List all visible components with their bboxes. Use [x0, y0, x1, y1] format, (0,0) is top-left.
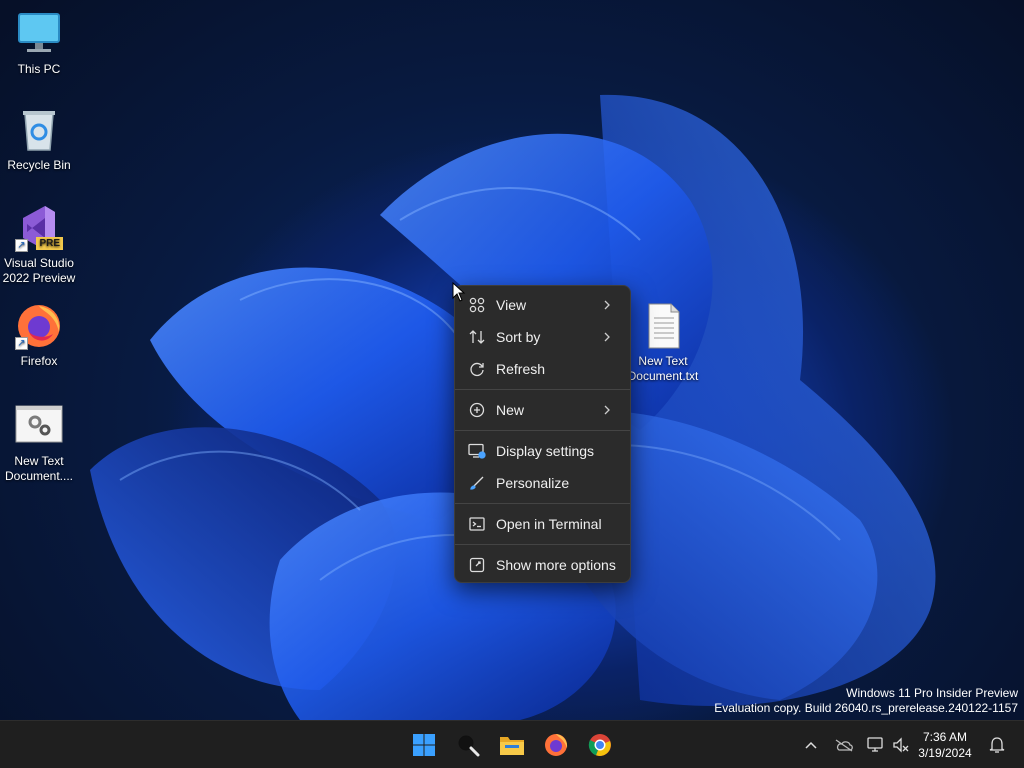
desktop-icon-label: Visual Studio 2022 Preview — [2, 256, 76, 285]
clock-date: 3/19/2024 — [918, 746, 972, 760]
menu-item-view[interactable]: View — [455, 289, 630, 321]
desktop-context-menu: View Sort by Refresh New Display setting… — [454, 285, 631, 583]
start-icon — [413, 734, 435, 756]
chrome-taskbar-button[interactable] — [582, 727, 618, 763]
menu-item-personalize[interactable]: Personalize — [455, 467, 630, 499]
clock[interactable]: 7:36 AM 3/19/2024 — [910, 729, 980, 761]
desktop-icon-recycle-bin[interactable]: Recycle Bin — [2, 106, 76, 173]
desktop-icon-new-text-document[interactable]: New Text Document.... — [2, 402, 76, 484]
desktop-icon-this-pc[interactable]: This PC — [2, 10, 76, 77]
menu-item-label: Open in Terminal — [496, 516, 602, 532]
desktop-icon-label: New Text Document.txt — [627, 354, 699, 383]
sort-icon — [467, 327, 487, 347]
onedrive-button[interactable] — [828, 727, 860, 763]
menu-item-label: Sort by — [496, 329, 541, 345]
show-more-icon — [467, 555, 487, 575]
menu-item-display-settings[interactable]: Display settings — [455, 435, 630, 467]
menu-item-new[interactable]: New — [455, 394, 630, 426]
shortcut-arrow-icon: ↗ — [15, 337, 28, 350]
file-explorer-button[interactable] — [494, 727, 530, 763]
network-icon — [867, 737, 883, 752]
terminal-icon — [467, 514, 487, 534]
menu-item-label: Show more options — [496, 557, 616, 573]
firefox-taskbar-button[interactable] — [538, 727, 574, 763]
clock-time: 7:36 AM — [922, 730, 968, 744]
menu-item-open-in-terminal[interactable]: Open in Terminal — [455, 508, 630, 540]
shortcut-arrow-icon: ↗ — [15, 239, 28, 252]
visual-studio-icon: PRE ↗ — [15, 204, 63, 252]
desktop-icon-label: Firefox — [20, 354, 58, 368]
chevron-right-icon — [604, 300, 610, 310]
chevron-right-icon — [604, 405, 610, 415]
grid-view-icon — [467, 295, 487, 315]
menu-separator — [455, 544, 630, 545]
menu-item-label: Personalize — [496, 475, 570, 491]
desktop-icon-label: This PC — [17, 62, 61, 76]
plus-circle-icon — [467, 400, 487, 420]
text-file-icon — [639, 302, 687, 350]
monitor-icon — [15, 10, 63, 58]
display-settings-icon — [467, 441, 487, 461]
file-explorer-icon — [500, 737, 524, 755]
settings-document-icon — [15, 402, 63, 450]
refresh-icon — [467, 359, 487, 379]
menu-separator — [455, 503, 630, 504]
firefox-icon: ↗ — [15, 302, 63, 350]
brush-icon — [467, 473, 487, 493]
taskbar: 7:36 AM 3/19/2024 — [0, 720, 1024, 768]
desktop-icon-firefox[interactable]: ↗ Firefox — [2, 302, 76, 369]
firefox-icon — [545, 734, 568, 756]
evaluation-watermark: Windows 11 Pro Insider Preview Evaluatio… — [714, 686, 1018, 716]
menu-item-refresh[interactable]: Refresh — [455, 353, 630, 385]
notifications-button[interactable] — [982, 727, 1012, 763]
recycle-bin-icon — [15, 106, 63, 154]
desktop-icon-label: New Text Document.... — [4, 454, 74, 483]
volume-muted-icon — [893, 737, 909, 753]
menu-item-show-more-options[interactable]: Show more options — [455, 549, 630, 581]
search-icon — [458, 735, 480, 757]
menu-separator — [455, 430, 630, 431]
menu-item-label: Display settings — [496, 443, 595, 459]
onedrive-icon — [835, 739, 853, 752]
mouse-cursor-icon — [452, 282, 466, 302]
desktop-icon-new-text-document-txt[interactable]: New Text Document.txt — [626, 302, 700, 384]
show-hidden-icons-button[interactable] — [796, 727, 826, 763]
preview-badge: PRE — [36, 237, 63, 250]
chrome-icon — [588, 734, 611, 756]
menu-item-sort-by[interactable]: Sort by — [455, 321, 630, 353]
desktop-icon-visual-studio[interactable]: PRE ↗ Visual Studio 2022 Preview — [2, 204, 76, 286]
menu-separator — [455, 389, 630, 390]
chevron-up-icon — [805, 741, 817, 749]
search-button[interactable] — [450, 727, 486, 763]
chevron-right-icon — [604, 332, 610, 342]
watermark-line: Windows 11 Pro Insider Preview — [846, 686, 1018, 700]
notification-bell-icon — [989, 737, 1005, 753]
menu-item-label: View — [496, 297, 527, 313]
start-button[interactable] — [406, 727, 442, 763]
menu-item-label: New — [496, 402, 525, 418]
desktop-icon-label: Recycle Bin — [7, 158, 71, 172]
menu-item-label: Refresh — [496, 361, 546, 377]
watermark-line: Evaluation copy. Build 26040.rs_prerelea… — [714, 701, 1018, 715]
